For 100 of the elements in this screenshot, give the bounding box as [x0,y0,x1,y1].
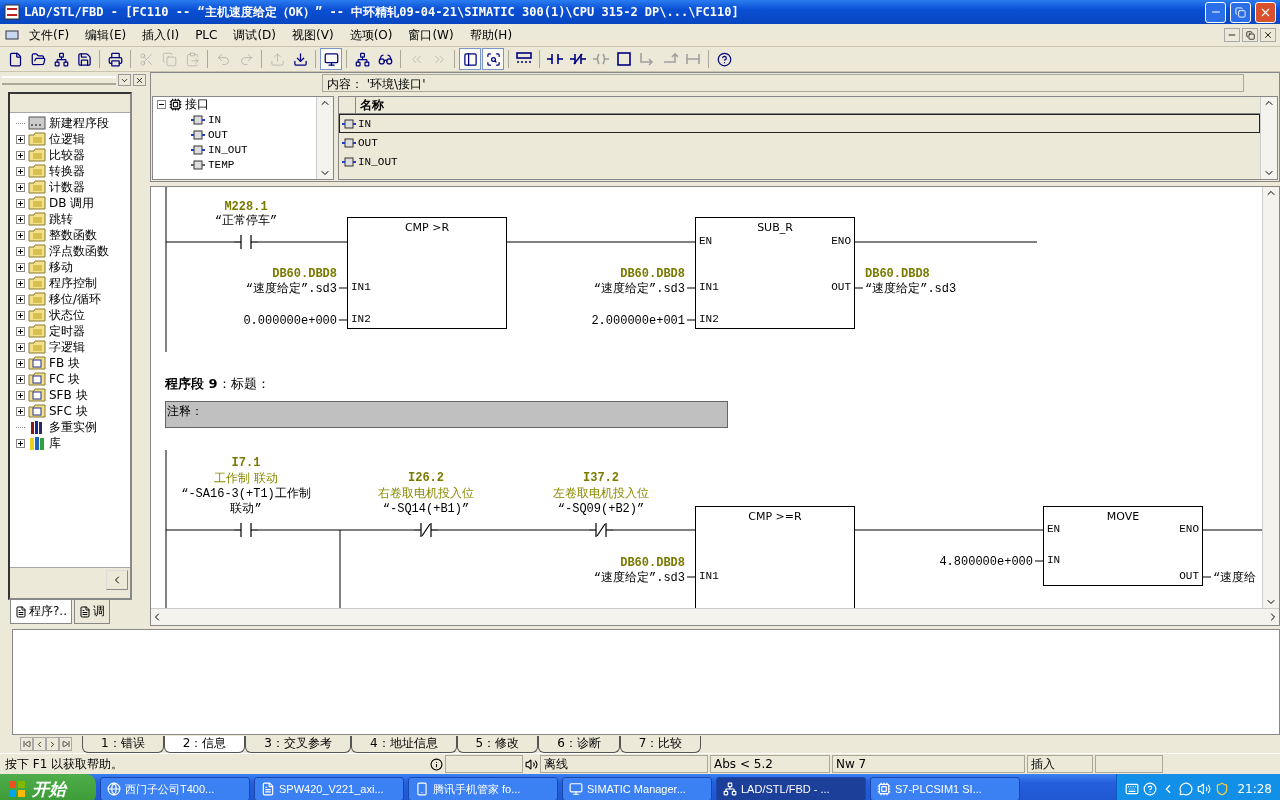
dropdown-button[interactable] [118,74,131,86]
first-button[interactable] [20,737,33,751]
catalog-item[interactable]: 位逻辑 [16,131,130,147]
interface-row[interactable]: OUT [339,133,1260,152]
restore-button[interactable] [1242,28,1258,42]
expand-icon[interactable] [16,358,25,368]
output-tab[interactable]: 1：错误 [82,735,164,753]
taskbar-button[interactable]: 腾讯手机管家 fo... [408,777,558,800]
vertical-scrollbar[interactable] [1262,187,1279,608]
contact-symbol: “-SQ09(+B2)” [557,502,645,517]
closed-contact-icon[interactable] [414,522,438,538]
catalog-item[interactable]: FC 块 [16,371,130,387]
menu-item[interactable]: 文件(F) [22,24,77,46]
next-button[interactable] [46,737,59,751]
menu-item[interactable]: 编辑(E) [78,24,134,46]
catalog-item[interactable]: 计数器 [16,179,130,195]
expand-icon[interactable] [16,390,25,400]
catalog-item[interactable]: 库 [16,435,130,451]
expand-icon[interactable] [16,342,25,352]
closed-contact-icon[interactable] [589,522,613,538]
function-box[interactable]: CMP >R IN1 IN2 [347,217,507,329]
expand-icon[interactable] [16,166,25,176]
output-tab[interactable]: 7：比较 [619,735,702,753]
menu-item[interactable]: 调试(D) [226,24,284,46]
menu-item[interactable]: 窗口(W) [401,24,461,46]
expand-icon[interactable] [16,438,25,448]
catalog-item[interactable]: FB 块 [16,355,130,371]
open-contact-icon[interactable] [234,234,258,250]
catalog-item[interactable]: 多重实例 [16,419,130,435]
horizontal-scrollbar[interactable] [151,608,1279,625]
interface-tree-item[interactable]: IN [157,112,316,127]
catalog-item[interactable]: 浮点数函数 [16,243,130,259]
catalog-item[interactable]: 定时器 [16,323,130,339]
network-comment[interactable]: 注释： [165,401,728,428]
expand-icon[interactable] [16,182,25,192]
open-contact-icon[interactable] [234,522,258,538]
minimize-button[interactable] [1224,28,1240,42]
expand-icon[interactable] [16,278,25,288]
taskbar-button[interactable]: SPW420_V221_axi... [254,777,404,800]
taskbar-button[interactable]: 西门子公司T400... [100,777,250,800]
menu-item[interactable]: 选项(O) [342,24,400,46]
speaker-icon[interactable] [1197,782,1212,796]
output-tab[interactable]: 3：交叉参考 [245,735,351,753]
catalog-item[interactable]: 比较器 [16,147,130,163]
taskbar-button[interactable]: SIMATIC Manager... [562,777,712,800]
output-tab[interactable]: 6：诊断 [538,735,620,753]
vertical-scrollbar[interactable] [1260,97,1277,179]
last-button[interactable] [59,737,72,751]
expand-icon[interactable] [16,198,25,208]
menu-item[interactable]: PLC [188,26,225,44]
panel-tab[interactable]: 程序?.. [10,600,72,624]
interface-tree-item[interactable]: OUT [157,127,316,142]
taskbar-button[interactable]: S7-PLCSIM1 SI... [870,777,1020,800]
function-box[interactable]: SUB_R EN ENO IN1 IN2 OUT [695,217,855,329]
catalog-item[interactable]: 状态位 [16,307,130,323]
previous-button[interactable] [33,737,46,751]
close-button[interactable] [1260,28,1276,42]
panel-tab[interactable]: 调 [74,600,110,624]
chat-icon[interactable] [1179,782,1194,796]
panel-grip[interactable] [2,75,116,85]
catalog-item[interactable]: 字逻辑 [16,339,130,355]
catalog-item[interactable]: 转换器 [16,163,130,179]
vertical-scrollbar[interactable] [316,97,333,179]
interface-tree-item[interactable]: 接口 [157,97,316,112]
collapse-icon[interactable] [157,100,166,109]
catalog-item[interactable]: 移位/循环 [16,291,130,307]
expand-icon[interactable] [16,326,25,336]
expand-icon[interactable] [16,134,25,144]
expand-icon[interactable] [16,150,25,160]
expand-icon[interactable] [16,294,25,304]
menu-item[interactable]: 插入(I) [135,24,187,46]
menu-item[interactable]: 视图(V) [285,24,341,46]
catalog-item[interactable]: 新建程序段 [16,115,130,131]
catalog-item[interactable]: SFB 块 [16,387,130,403]
catalog-item[interactable]: DB 调用 [16,195,130,211]
interface-tree-item[interactable]: IN_OUT [157,142,316,157]
output-tab[interactable]: 4：地址信息 [350,735,457,753]
expand-icon[interactable] [16,214,25,224]
interface-row[interactable]: IN_OUT [339,152,1260,171]
catalog-item[interactable]: 程序控制 [16,275,130,291]
expand-icon[interactable] [16,374,25,384]
output-tab[interactable]: 5：修改 [456,735,539,753]
interface-row[interactable]: IN [339,114,1260,133]
function-box[interactable]: MOVE EN ENO IN OUT [1043,506,1203,586]
interface-tree-item[interactable]: TEMP [157,157,316,172]
catalog-item[interactable]: 整数函数 [16,227,130,243]
catalog-item[interactable]: 移动 [16,259,130,275]
catalog-item[interactable]: 跳转 [16,211,130,227]
output-tab[interactable]: 2：信息 [163,735,246,753]
expand-icon[interactable] [16,310,25,320]
expand-icon[interactable] [16,230,25,240]
menu-item[interactable]: 帮助(H) [462,24,520,46]
expand-icon[interactable] [16,246,25,256]
catalog-item[interactable]: SFC 块 [16,403,130,419]
taskbar-button[interactable]: LAD/STL/FBD - ... [716,777,866,800]
expand-icon[interactable] [16,262,25,272]
close-button[interactable] [133,74,146,86]
insert-button[interactable] [106,570,128,590]
expand-icon[interactable] [16,406,25,416]
function-box[interactable]: CMP >=R IN1 [695,506,855,608]
